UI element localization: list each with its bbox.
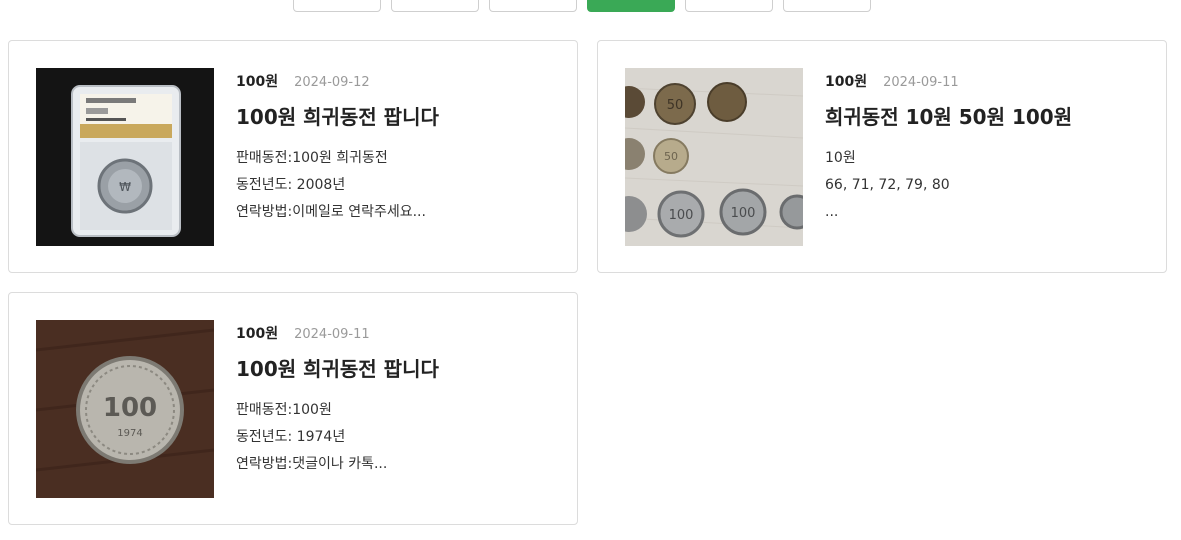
category-tab-5[interactable] [685, 0, 773, 12]
svg-text:50: 50 [667, 98, 684, 113]
post-date: 2024-09-12 [294, 75, 370, 90]
post-desc-line: 동전년도: 2008년 [236, 177, 346, 193]
svg-text:100: 100 [103, 393, 157, 423]
post-desc-line: 66, 71, 72, 79, 80 [825, 177, 950, 193]
post-card[interactable]: 100 1974 100원 2024-09-11 100원 희귀동전 팝니다 판… [8, 292, 578, 525]
post-desc-line: ... [825, 204, 839, 220]
post-description: 판매동전:100원 희귀동전 동전년도: 2008년 연락방법:이메일로 연락주… [236, 145, 426, 226]
post-date: 2024-09-11 [883, 75, 959, 90]
post-category: 100원 [236, 74, 279, 90]
post-desc-line: 판매동전:100원 희귀동전 [236, 150, 388, 166]
svg-text:1974: 1974 [117, 428, 142, 439]
post-title[interactable]: 100원 희귀동전 팝니다 [236, 353, 439, 382]
post-description: 판매동전:100원 동전년도: 1974년 연락방법:댓글이나 카톡... [236, 397, 387, 478]
post-card[interactable]: 50 50 100 100 100원 2024-09-11 희귀동전 10원 5… [597, 40, 1167, 273]
post-thumbnail[interactable]: 100 1974 [36, 320, 214, 498]
post-category: 100원 [236, 326, 279, 342]
category-tab-4-active[interactable] [587, 0, 675, 12]
post-card[interactable]: ₩ 100원 2024-09-12 100원 희귀동전 팝니다 판매동전:100… [8, 40, 578, 273]
post-meta: 100원 2024-09-12 [236, 71, 370, 91]
category-tab-1[interactable] [293, 0, 381, 12]
post-description: 10원 66, 71, 72, 79, 80 ... [825, 145, 950, 226]
category-tab-3[interactable] [489, 0, 577, 12]
category-tabs [293, 0, 871, 12]
category-tab-2[interactable] [391, 0, 479, 12]
post-meta: 100원 2024-09-11 [825, 71, 959, 91]
post-date: 2024-09-11 [294, 327, 370, 342]
svg-text:100: 100 [731, 206, 756, 221]
post-category: 100원 [825, 74, 868, 90]
post-desc-line: 판매동전:100원 [236, 402, 332, 418]
category-tab-6[interactable] [783, 0, 871, 12]
post-desc-line: 연락방법:이메일로 연락주세요... [236, 204, 426, 220]
post-thumbnail[interactable]: ₩ [36, 68, 214, 246]
svg-text:50: 50 [664, 150, 678, 163]
post-desc-line: 연락방법:댓글이나 카톡... [236, 456, 388, 472]
post-meta: 100원 2024-09-11 [236, 323, 370, 343]
post-title[interactable]: 희귀동전 10원 50원 100원 [825, 101, 1072, 130]
post-title[interactable]: 100원 희귀동전 팝니다 [236, 101, 439, 130]
svg-text:100: 100 [669, 208, 694, 223]
post-thumbnail[interactable]: 50 50 100 100 [625, 68, 803, 246]
post-desc-line: 동전년도: 1974년 [236, 429, 346, 445]
svg-text:₩: ₩ [119, 180, 131, 194]
post-desc-line: 10원 [825, 150, 856, 166]
